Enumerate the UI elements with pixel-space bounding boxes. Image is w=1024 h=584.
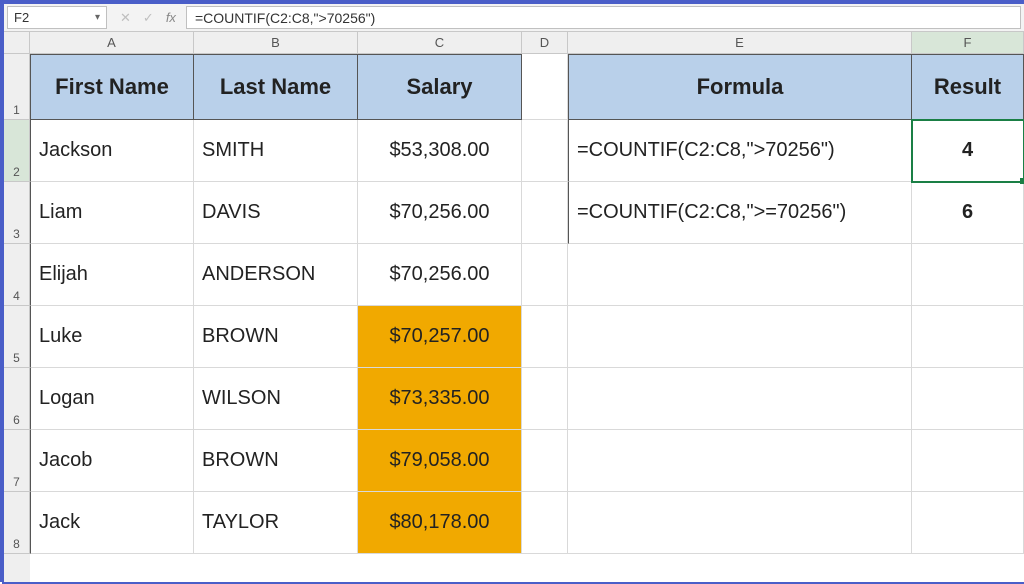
cell-last-name[interactable]: SMITH	[194, 120, 358, 182]
row-header[interactable]: 1	[4, 54, 30, 120]
table-row: Liam DAVIS $70,256.00 =COUNTIF(C2:C8,">=…	[30, 182, 1024, 244]
cell[interactable]	[568, 244, 912, 306]
cell[interactable]	[912, 492, 1024, 554]
cell[interactable]	[912, 430, 1024, 492]
row-header[interactable]: 2	[4, 120, 30, 182]
cell[interactable]	[522, 244, 568, 306]
header-first-name[interactable]: First Name	[30, 54, 194, 120]
cell-first-name[interactable]: Luke	[30, 306, 194, 368]
cell[interactable]	[568, 368, 912, 430]
cell-salary[interactable]: $80,178.00	[358, 492, 522, 554]
cell-salary[interactable]: $79,058.00	[358, 430, 522, 492]
cell[interactable]	[522, 368, 568, 430]
table-row: Jackson SMITH $53,308.00 =COUNTIF(C2:C8,…	[30, 120, 1024, 182]
table-row: Jack TAYLOR $80,178.00	[30, 492, 1024, 554]
column-header[interactable]: F	[912, 32, 1024, 54]
cell-last-name[interactable]: BROWN	[194, 430, 358, 492]
column-header[interactable]: D	[522, 32, 568, 54]
enter-icon[interactable]: ✓	[143, 10, 154, 26]
cell[interactable]	[912, 244, 1024, 306]
formula-text: =COUNTIF(C2:C8,">70256")	[195, 10, 375, 26]
row-header[interactable]: 7	[4, 430, 30, 492]
cell-first-name[interactable]: Elijah	[30, 244, 194, 306]
cell[interactable]	[568, 492, 912, 554]
name-box-value: F2	[14, 10, 29, 25]
table-row: Luke BROWN $70,257.00	[30, 306, 1024, 368]
header-salary[interactable]: Salary	[358, 54, 522, 120]
name-box[interactable]: F2 ▾	[7, 6, 107, 29]
rows: First Name Last Name Salary Formula Resu…	[30, 54, 1024, 554]
cell[interactable]	[522, 54, 568, 120]
spreadsheet-grid: 1 2 3 4 5 6 7 8 A B C D E F First Name L…	[4, 32, 1024, 582]
table-row: Logan WILSON $73,335.00	[30, 368, 1024, 430]
cell-formula[interactable]: =COUNTIF(C2:C8,">70256")	[568, 120, 912, 182]
column-header[interactable]: A	[30, 32, 194, 54]
cell-last-name[interactable]: ANDERSON	[194, 244, 358, 306]
cancel-icon[interactable]: ✕	[120, 10, 131, 26]
row-header[interactable]: 3	[4, 182, 30, 244]
cell-salary[interactable]: $70,257.00	[358, 306, 522, 368]
table-row: Elijah ANDERSON $70,256.00	[30, 244, 1024, 306]
formula-bar: F2 ▾ ✕ ✓ fx =COUNTIF(C2:C8,">70256")	[4, 4, 1024, 32]
cell[interactable]	[522, 306, 568, 368]
cell-first-name[interactable]: Jack	[30, 492, 194, 554]
column-header[interactable]: B	[194, 32, 358, 54]
cell[interactable]	[568, 306, 912, 368]
formula-input[interactable]: =COUNTIF(C2:C8,">70256")	[186, 6, 1021, 29]
select-all-corner[interactable]	[4, 32, 30, 54]
cell-salary[interactable]: $70,256.00	[358, 182, 522, 244]
cell[interactable]	[522, 120, 568, 182]
cell-first-name[interactable]: Logan	[30, 368, 194, 430]
name-box-dropdown-icon[interactable]: ▾	[95, 12, 100, 23]
table-row: First Name Last Name Salary Formula Resu…	[30, 54, 1024, 120]
sheet-area: A B C D E F First Name Last Name Salary …	[30, 32, 1024, 582]
row-header[interactable]: 6	[4, 368, 30, 430]
cell-formula[interactable]: =COUNTIF(C2:C8,">=70256")	[568, 182, 912, 244]
cell-salary[interactable]: $73,335.00	[358, 368, 522, 430]
header-result[interactable]: Result	[912, 54, 1024, 120]
cell-last-name[interactable]: TAYLOR	[194, 492, 358, 554]
cell[interactable]	[522, 182, 568, 244]
cell[interactable]	[912, 368, 1024, 430]
cell-result-selected[interactable]: 4	[912, 120, 1024, 182]
cell[interactable]	[522, 430, 568, 492]
cell-first-name[interactable]: Jackson	[30, 120, 194, 182]
cell-salary[interactable]: $70,256.00	[358, 244, 522, 306]
table-row: Jacob BROWN $79,058.00	[30, 430, 1024, 492]
row-header[interactable]: 4	[4, 244, 30, 306]
cell-first-name[interactable]: Liam	[30, 182, 194, 244]
cell-result[interactable]: 6	[912, 182, 1024, 244]
row-header[interactable]: 8	[4, 492, 30, 554]
header-formula[interactable]: Formula	[568, 54, 912, 120]
cell[interactable]	[568, 430, 912, 492]
cell[interactable]	[912, 306, 1024, 368]
cell-salary[interactable]: $53,308.00	[358, 120, 522, 182]
cell-last-name[interactable]: DAVIS	[194, 182, 358, 244]
formula-bar-icons: ✕ ✓ fx	[110, 4, 186, 31]
fx-icon[interactable]: fx	[166, 10, 176, 25]
cell-first-name[interactable]: Jacob	[30, 430, 194, 492]
header-last-name[interactable]: Last Name	[194, 54, 358, 120]
row-header-column: 1 2 3 4 5 6 7 8	[4, 32, 30, 582]
row-header[interactable]: 5	[4, 306, 30, 368]
cell[interactable]	[522, 492, 568, 554]
column-header[interactable]: E	[568, 32, 912, 54]
cell-last-name[interactable]: WILSON	[194, 368, 358, 430]
column-header[interactable]: C	[358, 32, 522, 54]
column-headers: A B C D E F	[30, 32, 1024, 54]
cell-last-name[interactable]: BROWN	[194, 306, 358, 368]
